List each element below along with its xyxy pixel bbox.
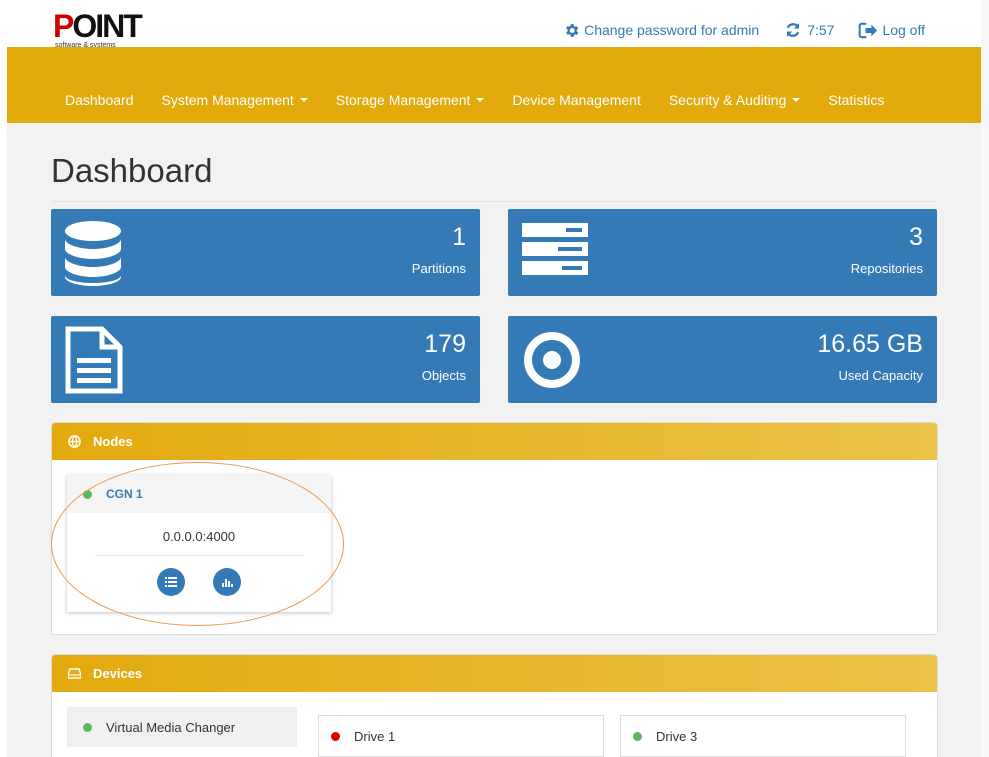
tile-used-capacity[interactable]: 16.65 GB Used Capacity — [508, 316, 937, 403]
logoff-link[interactable]: Log off — [858, 21, 925, 39]
tile-label: Partitions — [411, 261, 466, 276]
node-actions — [67, 568, 331, 596]
node-name: CGN 1 — [106, 487, 143, 501]
bar-chart-icon — [221, 579, 233, 587]
devices-panel-title: Devices — [93, 666, 143, 681]
node-card: CGN 1 0.0.0.0:4000 — [67, 475, 331, 612]
main-navbar: Dashboard System Management Storage Mana… — [7, 47, 981, 123]
nav-label: Statistics — [828, 92, 885, 108]
document-icon — [65, 326, 123, 394]
logo-wordmark: OINT — [72, 8, 142, 44]
tile-value: 16.65 GB — [817, 330, 923, 358]
session-time: 7:57 — [807, 22, 835, 38]
tile-objects[interactable]: 179 Objects — [51, 316, 480, 403]
nodes-panel-title: Nodes — [93, 434, 133, 449]
page-title: Dashboard — [51, 152, 213, 189]
tile-repositories[interactable]: 3 Repositories — [508, 209, 937, 296]
nav-statistics[interactable]: Statistics — [828, 92, 884, 108]
node-details-button[interactable] — [157, 568, 185, 596]
devices-panel-header[interactable]: Devices — [52, 655, 937, 692]
tile-partitions[interactable]: 1 Partitions — [51, 209, 480, 296]
node-statistics-button[interactable] — [213, 568, 241, 596]
title-divider — [51, 201, 937, 202]
gear-icon — [566, 23, 579, 37]
media-changer-arrow — [281, 707, 291, 747]
media-changer-item[interactable]: Virtual Media Changer — [67, 707, 297, 747]
media-changer-name: Virtual Media Changer — [106, 719, 236, 735]
status-dot — [633, 731, 642, 741]
tile-value: 3 — [909, 223, 923, 251]
logo-letter: P — [53, 8, 74, 44]
change-password-link[interactable]: Change password for admin — [563, 21, 759, 39]
devices-panel: Devices Virtual Media Changer Drive 1 Dr… — [51, 654, 938, 757]
drive-item-1[interactable]: Drive 1 — [318, 715, 604, 757]
logoff-label: Log off — [882, 22, 925, 38]
drive-name: Drive 3 — [656, 728, 698, 744]
nodes-panel: Nodes CGN 1 0.0.0.0:4000 — [51, 422, 938, 635]
change-password-label: Change password for admin — [584, 22, 760, 38]
status-dot — [331, 731, 340, 741]
nodes-panel-header[interactable]: Nodes — [52, 423, 937, 460]
tile-value: 1 — [452, 223, 466, 251]
caret-down-icon — [476, 98, 485, 102]
server-icon — [522, 223, 588, 275]
node-divider — [95, 555, 303, 556]
nav-label: Storage Management — [335, 92, 471, 108]
nav-label: Security & Auditing — [668, 92, 787, 108]
disc-icon — [524, 332, 580, 388]
app-page: POINT software & systems Change password… — [7, 7, 981, 757]
nav-label: Dashboard — [65, 92, 134, 108]
status-dot — [83, 722, 92, 732]
caret-down-icon — [792, 98, 801, 102]
nav-label: System Management — [161, 92, 294, 108]
nav-dashboard[interactable]: Dashboard — [65, 92, 134, 108]
globe-icon — [68, 435, 81, 448]
drive-item-3[interactable]: Drive 3 — [620, 715, 906, 757]
tile-label: Objects — [421, 368, 466, 383]
node-address: 0.0.0.0:4000 — [162, 529, 236, 544]
tile-value: 179 — [424, 330, 466, 358]
point-logo[interactable]: POINT software & systems — [53, 8, 143, 50]
nav-security-auditing[interactable]: Security & Auditing — [669, 92, 801, 108]
caret-down-icon — [299, 98, 308, 102]
tile-label: Repositories — [850, 261, 923, 276]
nav-system-management[interactable]: System Management — [162, 92, 308, 108]
nav-label: Device Management — [512, 92, 641, 108]
node-header[interactable]: CGN 1 — [67, 475, 331, 513]
list-icon — [165, 577, 177, 587]
status-dot — [83, 489, 92, 499]
session-refresh-link[interactable]: 7:57 — [783, 21, 834, 39]
nav-menu: Dashboard System Management Storage Mana… — [65, 92, 884, 108]
drive-name: Drive 1 — [354, 728, 396, 744]
logout-icon — [859, 22, 878, 38]
nav-device-management[interactable]: Device Management — [512, 92, 640, 108]
tile-label: Used Capacity — [838, 368, 923, 383]
hdd-icon — [68, 668, 81, 679]
header-links: Change password for admin 7:57 Log off — [563, 21, 925, 39]
database-icon — [65, 221, 121, 286]
vertical-scrollbar[interactable] — [981, 0, 989, 757]
nav-storage-management[interactable]: Storage Management — [336, 92, 485, 108]
top-bar: POINT software & systems Change password… — [7, 7, 981, 50]
refresh-icon — [786, 23, 800, 37]
